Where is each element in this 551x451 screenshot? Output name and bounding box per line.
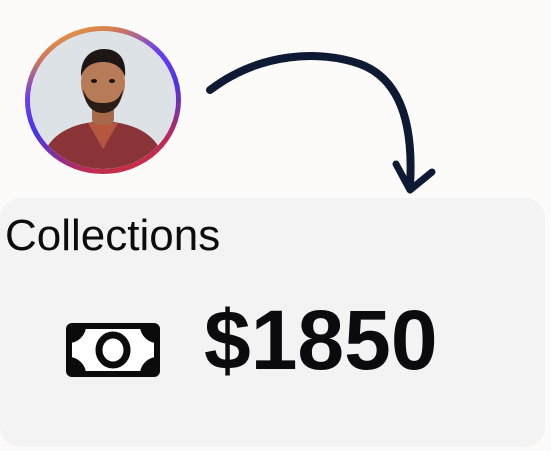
page: Collections $1850 [0,0,551,451]
collections-card[interactable]: Collections $1850 [0,198,545,447]
curved-arrow-down-icon [206,52,436,194]
collections-title: Collections [5,211,221,260]
cash-icon [66,323,160,377]
avatar[interactable] [30,31,176,169]
avatar-ring [25,26,181,174]
avatar-photo-icon [30,31,176,169]
collections-amount: $1850 [204,293,438,387]
